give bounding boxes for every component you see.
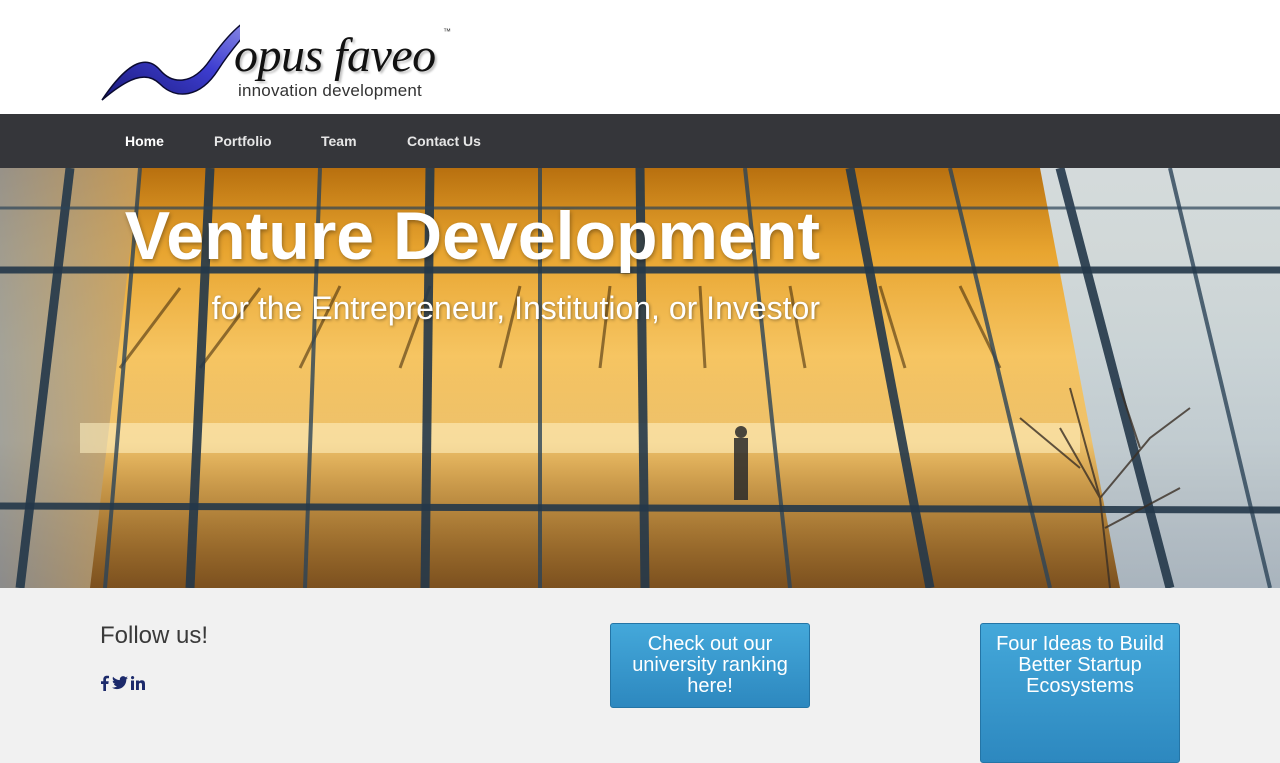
nav-item-team[interactable]: Team bbox=[321, 114, 357, 168]
university-ranking-button[interactable]: Check out our university ranking here! bbox=[610, 623, 810, 708]
trademark-symbol: ™ bbox=[443, 27, 451, 36]
logo-wordmark: opus faveo bbox=[234, 29, 436, 82]
linkedin-icon[interactable] bbox=[131, 675, 145, 695]
startup-ecosystems-button[interactable]: Four Ideas to Build Better Startup Ecosy… bbox=[980, 623, 1180, 763]
opus-faveo-logo[interactable]: opus faveo ™ innovation development bbox=[100, 8, 460, 106]
nav-item-portfolio[interactable]: Portfolio bbox=[214, 114, 272, 168]
facebook-icon[interactable] bbox=[100, 675, 109, 696]
logo-tagline: innovation development bbox=[238, 81, 422, 100]
hero-title: Venture Development bbox=[124, 198, 820, 274]
nav-item-contact-us[interactable]: Contact Us bbox=[407, 114, 481, 168]
hero-banner: Venture Development for the Entrepreneur… bbox=[0, 168, 1280, 588]
logo-swoosh-icon bbox=[101, 24, 240, 101]
social-links bbox=[100, 674, 145, 696]
nav-item-home[interactable]: Home bbox=[125, 114, 164, 168]
follow-heading: Follow us! bbox=[100, 622, 209, 649]
twitter-icon[interactable] bbox=[112, 675, 128, 695]
main-nav: Home Portfolio Team Contact Us bbox=[0, 114, 1280, 168]
site-header: opus faveo ™ innovation development bbox=[0, 0, 1280, 114]
hero-subtitle: for the Entrepreneur, Institution, or In… bbox=[211, 290, 820, 326]
